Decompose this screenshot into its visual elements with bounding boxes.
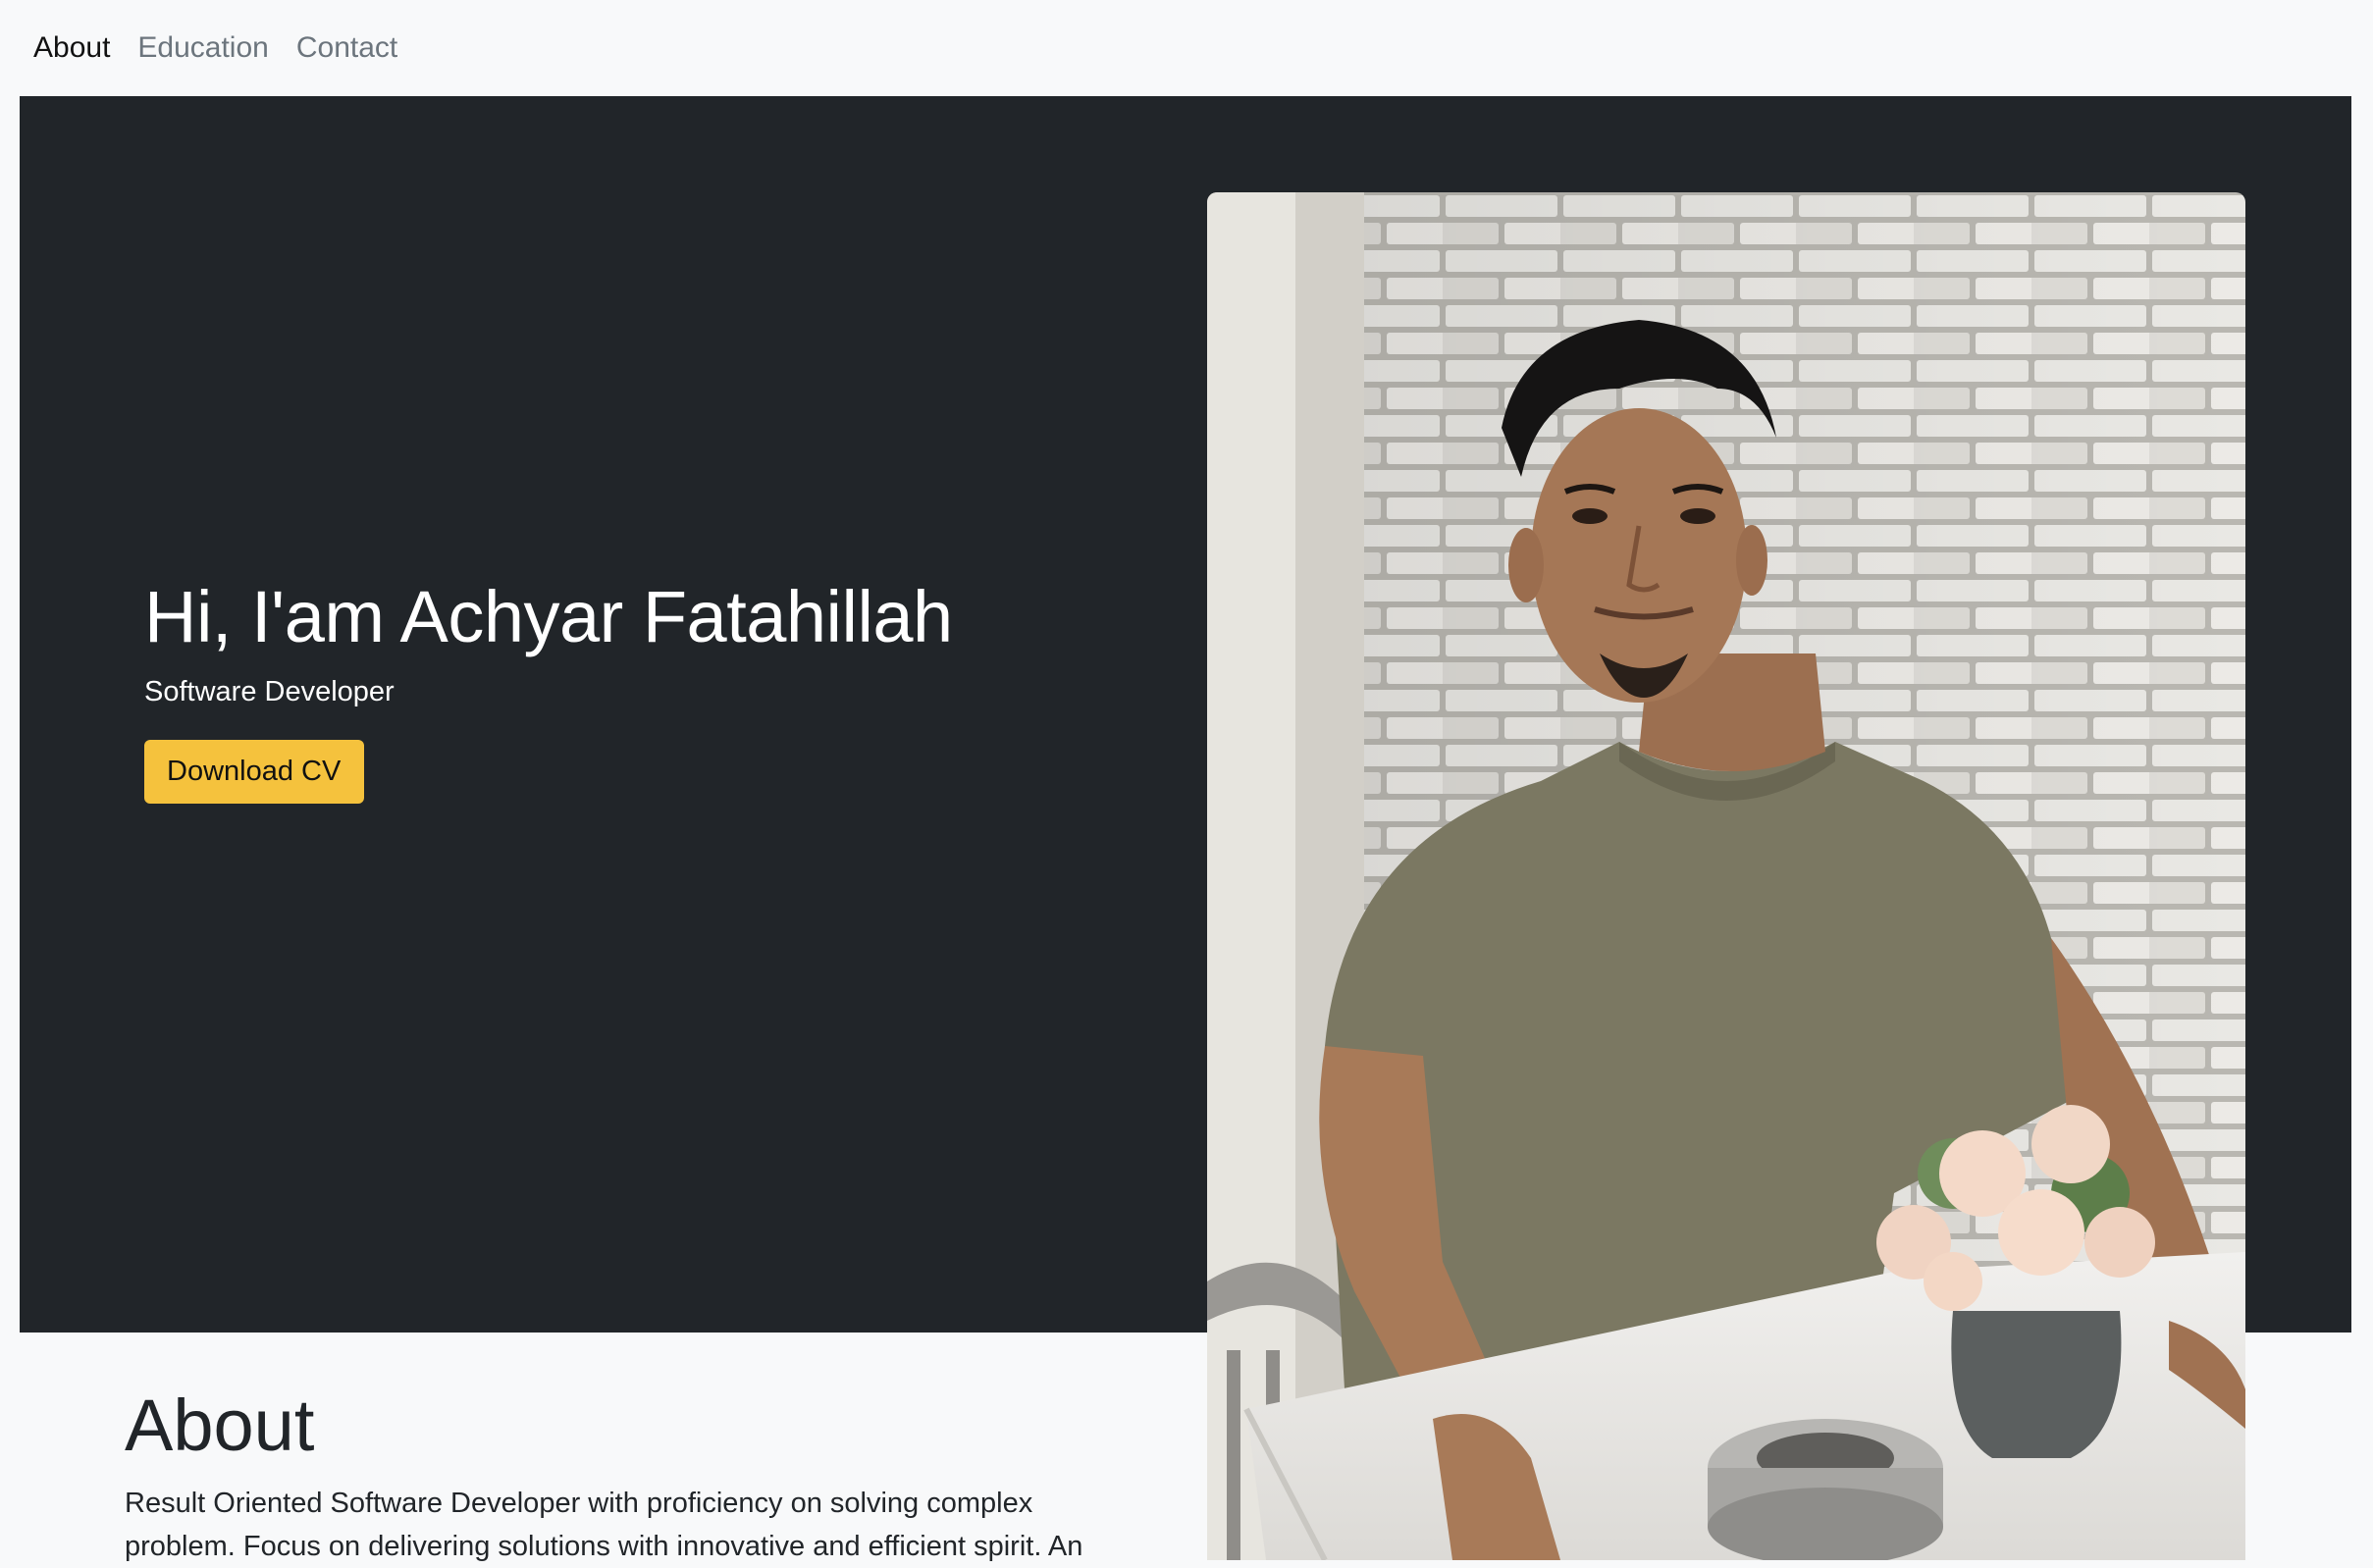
- top-navbar: About Education Contact: [0, 0, 2373, 96]
- about-description: Result Oriented Software Developer with …: [125, 1488, 1083, 1562]
- hero-subtitle: Software Developer: [144, 676, 395, 708]
- profile-photo: [1207, 192, 2245, 1560]
- download-cv-button[interactable]: Download CV: [144, 740, 365, 805]
- about-title: About: [125, 1385, 315, 1466]
- hero-title: Hi, I'am Achyar Fatahillah: [144, 576, 953, 657]
- profile-photo-illustration: [1207, 192, 2245, 1560]
- nav-link-contact[interactable]: Contact: [296, 33, 397, 63]
- hero-text-block: Hi, I'am Achyar Fatahillah Software Deve…: [144, 576, 1126, 805]
- about-section: About Result Oriented Software Developer…: [125, 1385, 1106, 1568]
- nav-link-education[interactable]: Education: [137, 33, 268, 63]
- nav-link-about[interactable]: About: [33, 33, 110, 63]
